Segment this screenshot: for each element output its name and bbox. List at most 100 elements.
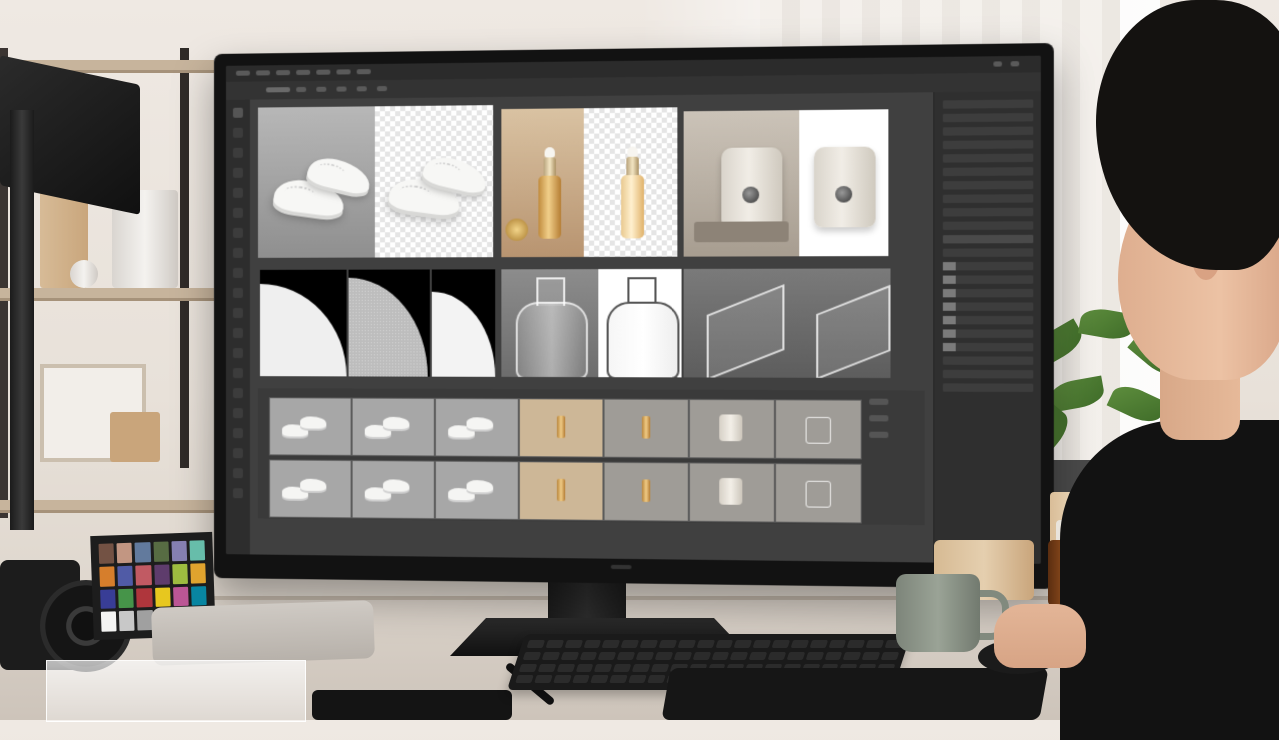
filmstrip-thumb-diffuser[interactable]	[688, 462, 775, 523]
keyboard-key[interactable]	[583, 640, 602, 648]
menu-item[interactable]	[296, 69, 311, 76]
menu-item[interactable]	[255, 70, 271, 76]
tile-serum-after[interactable]	[583, 107, 678, 257]
panel-row[interactable]	[942, 329, 1034, 338]
menu-item[interactable]	[235, 70, 250, 76]
keyboard-key[interactable]	[843, 651, 862, 660]
tile-glass-bottle-after[interactable]	[598, 268, 682, 378]
menu-item[interactable]	[276, 70, 291, 76]
gradient-icon[interactable]	[232, 328, 243, 339]
filmstrip-control[interactable]	[869, 415, 889, 422]
keyboard-key[interactable]	[771, 640, 791, 648]
tile-mask-1[interactable]	[259, 269, 347, 377]
panel-row[interactable]	[942, 126, 1034, 136]
options-control[interactable]	[266, 87, 291, 93]
editor-canvas[interactable]	[249, 92, 934, 563]
window-control[interactable]	[1010, 61, 1020, 67]
keyboard-key[interactable]	[865, 640, 885, 648]
eyedropper-icon[interactable]	[232, 207, 243, 218]
dodge-icon[interactable]	[232, 368, 243, 379]
keyboard-key[interactable]	[632, 663, 651, 672]
keyboard-key[interactable]	[515, 675, 534, 684]
keyboard-key[interactable]	[552, 675, 572, 684]
lasso-icon[interactable]	[232, 147, 243, 158]
panel-row[interactable]	[942, 194, 1034, 204]
filmstrip-thumb-serum[interactable]	[518, 398, 604, 458]
keyboard-key[interactable]	[748, 651, 768, 660]
move-icon[interactable]	[232, 107, 243, 118]
keyboard-key[interactable]	[616, 651, 636, 660]
keyboard-key[interactable]	[809, 640, 828, 648]
keyboard-key[interactable]	[786, 651, 806, 660]
panel-row[interactable]	[942, 248, 1034, 257]
options-control[interactable]	[296, 86, 307, 93]
keyboard-key[interactable]	[571, 675, 591, 684]
keyboard-key[interactable]	[805, 651, 824, 660]
keyboard-key[interactable]	[533, 675, 553, 684]
keyboard-key[interactable]	[673, 651, 692, 660]
panel-row[interactable]	[942, 369, 1034, 379]
path-select-icon[interactable]	[232, 428, 243, 439]
filmstrip-thumb-sneakers[interactable]	[269, 397, 352, 456]
tile-acrylic-display[interactable]	[683, 268, 891, 379]
keyboard-key[interactable]	[715, 640, 734, 648]
keyboard-key[interactable]	[635, 651, 655, 660]
keyboard-key[interactable]	[654, 651, 674, 660]
tile-mask-3[interactable]	[431, 269, 496, 377]
panel-row[interactable]	[942, 288, 1034, 298]
keyboard-key[interactable]	[730, 651, 749, 660]
drawing-tablet[interactable]	[661, 668, 1049, 720]
keyboard-key[interactable]	[692, 651, 711, 660]
panel-row[interactable]	[942, 275, 1034, 284]
panel-row[interactable]	[942, 342, 1034, 352]
panel-row[interactable]	[942, 383, 1034, 392]
filmstrip-thumb-serum[interactable]	[603, 461, 689, 522]
history-brush-icon[interactable]	[232, 287, 243, 298]
stamp-icon[interactable]	[232, 267, 243, 278]
tile-glass-bottle-before[interactable]	[501, 269, 599, 378]
panel-row[interactable]	[942, 221, 1034, 230]
type-icon[interactable]	[232, 408, 243, 419]
panel-row[interactable]	[942, 140, 1034, 150]
keyboard-key[interactable]	[677, 640, 696, 648]
shape-icon[interactable]	[232, 448, 243, 459]
keyboard-key[interactable]	[598, 651, 617, 660]
keyboard-key[interactable]	[526, 640, 545, 648]
panel-row[interactable]	[942, 261, 1034, 271]
keyboard-key[interactable]	[601, 640, 621, 648]
magic-wand-icon[interactable]	[232, 167, 243, 178]
keyboard-key[interactable]	[556, 663, 576, 672]
menu-item[interactable]	[356, 69, 371, 75]
keyboard-key[interactable]	[846, 640, 866, 648]
pen-icon[interactable]	[232, 388, 243, 399]
keyboard-key[interactable]	[658, 640, 677, 648]
keyboard-key[interactable]	[579, 651, 598, 660]
options-control[interactable]	[376, 86, 388, 92]
hand-icon[interactable]	[232, 468, 243, 479]
keyboard-key[interactable]	[522, 651, 542, 660]
keyboard-key[interactable]	[862, 651, 881, 660]
keyboard-key[interactable]	[639, 640, 659, 648]
panel-row[interactable]	[942, 113, 1034, 123]
brush-icon[interactable]	[232, 247, 243, 258]
keyboard-key[interactable]	[828, 640, 847, 648]
eraser-icon[interactable]	[232, 307, 243, 319]
keyboard-key[interactable]	[733, 640, 753, 648]
filmstrip-thumb-serum[interactable]	[603, 398, 689, 459]
filmstrip-thumb-sneakers[interactable]	[351, 459, 435, 520]
tile-sneakers-after[interactable]	[374, 105, 494, 258]
options-control[interactable]	[356, 86, 367, 92]
window-control[interactable]	[993, 61, 1002, 67]
zoom-icon[interactable]	[232, 488, 243, 499]
panel-row[interactable]	[942, 99, 1034, 109]
tile-diffuser-after[interactable]	[799, 109, 889, 257]
keyboard-key[interactable]	[767, 651, 787, 660]
tile-diffuser-before[interactable]	[683, 110, 800, 257]
filmstrip-control[interactable]	[869, 431, 889, 438]
tile-serum-before[interactable]	[501, 108, 584, 258]
filmstrip-thumb-sneakers[interactable]	[434, 460, 519, 521]
healing-icon[interactable]	[232, 227, 243, 238]
keyboard-key[interactable]	[613, 663, 632, 672]
keyboard-key[interactable]	[696, 640, 715, 648]
filmstrip-thumb-glass-cup[interactable]	[774, 462, 862, 524]
